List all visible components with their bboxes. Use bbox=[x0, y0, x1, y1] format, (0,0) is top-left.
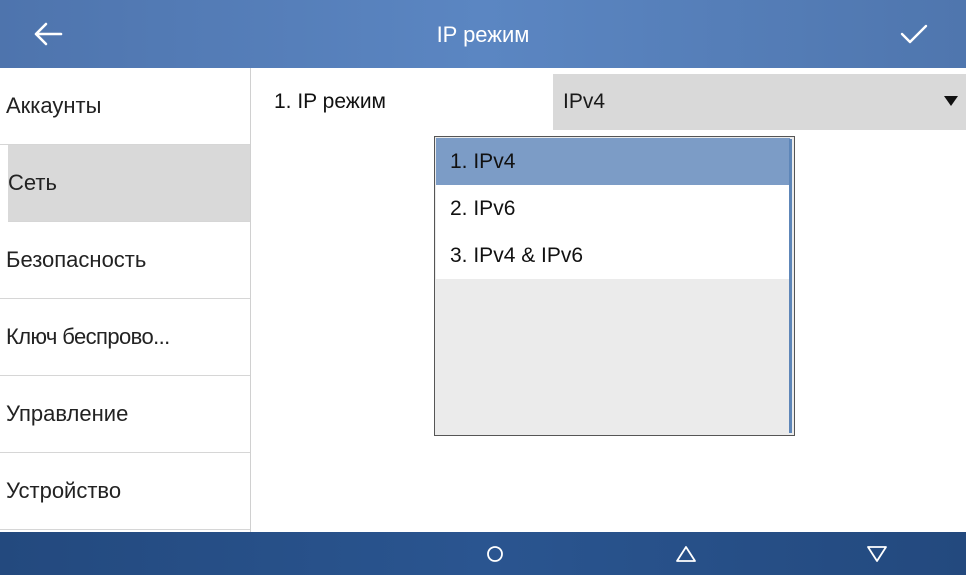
page-title: IP режим bbox=[436, 22, 530, 47]
option-label: 2. IPv6 bbox=[450, 196, 516, 220]
ip-mode-value: IPv4 bbox=[563, 90, 606, 113]
checkmark-icon bbox=[900, 24, 928, 44]
sidebar-item-label: Устройство bbox=[6, 478, 122, 503]
ip-mode-label: 1. IP режим bbox=[274, 90, 386, 113]
scroll-down-button[interactable] bbox=[847, 532, 907, 575]
option-label: 1. IPv4 bbox=[450, 149, 516, 173]
circle-icon bbox=[487, 545, 503, 562]
sidebar-item-network[interactable]: Сеть bbox=[8, 145, 250, 222]
ip-mode-dropdown: 1. IPv4 2. IPv6 3. IPv4 & IPv6 bbox=[434, 136, 795, 436]
sidebar-item-label: Безопасность bbox=[6, 247, 147, 272]
bottom-nav-bar bbox=[0, 532, 966, 575]
caret-down-icon bbox=[944, 96, 958, 106]
ip-mode-select[interactable]: IPv4 bbox=[553, 74, 966, 130]
sidebar-item-label: Аккаунты bbox=[6, 93, 102, 118]
option-label: 3. IPv4 & IPv6 bbox=[450, 243, 584, 267]
home-button[interactable] bbox=[465, 532, 525, 575]
dropdown-list: 1. IPv4 2. IPv6 3. IPv4 & IPv6 bbox=[436, 138, 790, 279]
dropdown-option-ipv4-ipv6[interactable]: 3. IPv4 & IPv6 bbox=[436, 232, 790, 279]
scroll-up-button[interactable] bbox=[656, 532, 716, 575]
dropdown-option-ipv6[interactable]: 2. IPv6 bbox=[436, 185, 790, 232]
sidebar-item-label: Сеть bbox=[8, 170, 57, 195]
sidebar-item-accounts[interactable]: Аккаунты bbox=[0, 68, 250, 145]
dropdown-scrollbar[interactable] bbox=[789, 139, 792, 433]
sidebar-item-label: Управление bbox=[6, 401, 129, 426]
sidebar-item-wireless-key[interactable]: Ключ беспрово... bbox=[0, 299, 250, 376]
title-bar: IP режим bbox=[0, 0, 966, 68]
confirm-button[interactable] bbox=[892, 14, 936, 54]
sidebar-item-security[interactable]: Безопасность bbox=[0, 222, 250, 299]
sidebar: Аккаунты Сеть Безопасность Ключ беспрово… bbox=[0, 68, 251, 532]
main-content: 1. IP режим IPv4 1. IPv4 2. IPv6 3. IPv4… bbox=[252, 68, 966, 532]
sidebar-item-device[interactable]: Устройство bbox=[0, 453, 250, 530]
sidebar-item-label: Ключ беспрово... bbox=[6, 324, 170, 349]
sidebar-item-management[interactable]: Управление bbox=[0, 376, 250, 453]
triangle-up-icon bbox=[676, 545, 696, 562]
triangle-down-icon bbox=[867, 545, 887, 562]
dropdown-option-ipv4[interactable]: 1. IPv4 bbox=[436, 138, 790, 185]
